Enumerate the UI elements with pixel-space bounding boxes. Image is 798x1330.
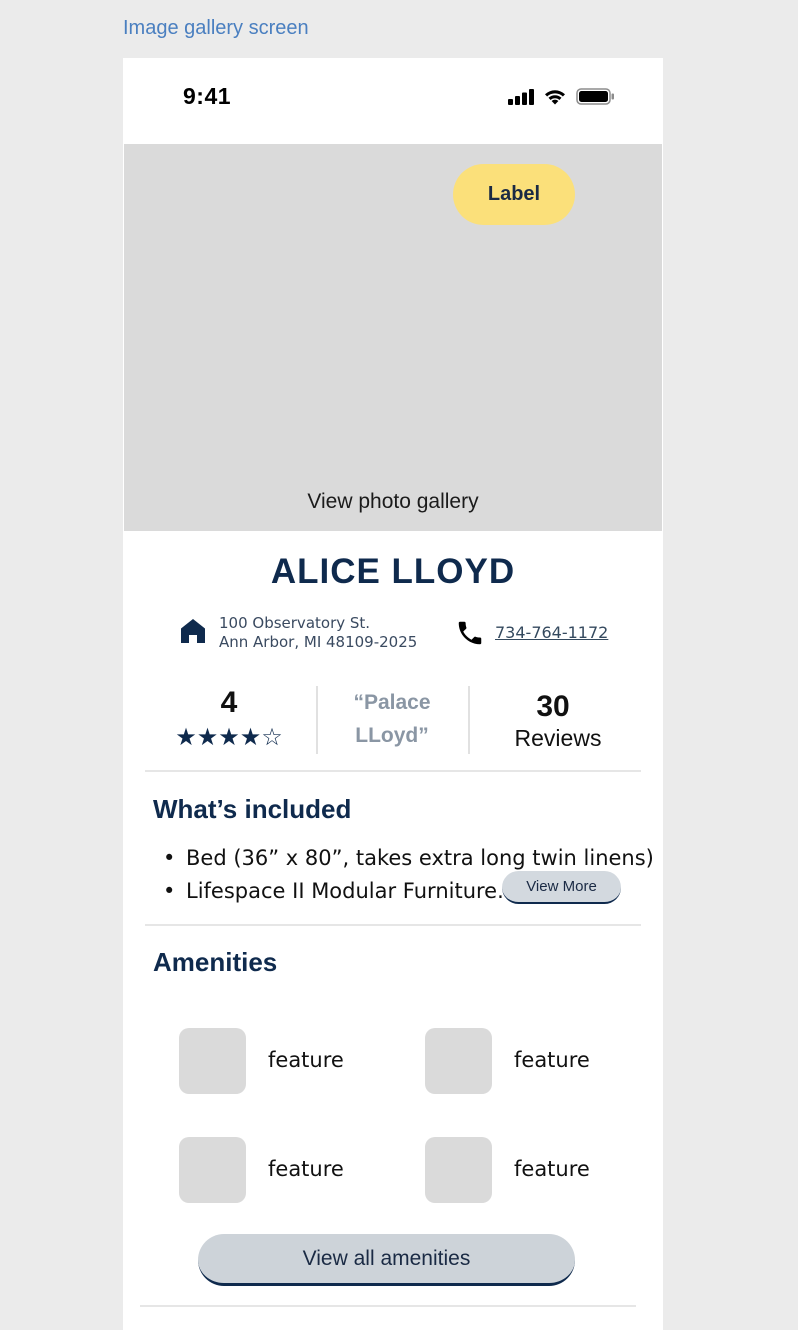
status-bar: 9:41 <box>123 58 663 144</box>
section-divider <box>145 924 641 926</box>
view-all-amenities-button[interactable]: View all amenities <box>198 1234 575 1286</box>
amenity-placeholder-icon <box>179 1028 246 1094</box>
wifi-icon <box>545 90 565 105</box>
rating-stat: 4 ★★★★☆ <box>145 686 313 754</box>
battery-icon <box>576 88 614 105</box>
stats-row: 4 ★★★★☆ “Palace LLoyd” 30 Reviews <box>145 686 641 754</box>
reviews-stat[interactable]: 30 Reviews <box>475 690 641 752</box>
photo-gallery-hero[interactable]: Label View photo gallery <box>124 144 662 531</box>
whats-included-title: What’s included <box>153 794 352 824</box>
reviews-label: Reviews <box>514 725 602 751</box>
amenity-item: feature <box>425 1137 625 1203</box>
star-rating-icon: ★★★★☆ <box>175 723 283 751</box>
reviews-count: 30 <box>536 690 570 723</box>
address-line-1: 100 Observatory St. <box>219 614 371 632</box>
amenity-item: feature <box>425 1028 625 1094</box>
section-divider <box>140 1305 636 1307</box>
amenity-placeholder-icon <box>179 1137 246 1203</box>
amenity-label: feature <box>268 1157 344 1181</box>
amenity-label: feature <box>268 1048 344 1072</box>
view-more-button[interactable]: View More <box>502 871 621 904</box>
amenity-label: feature <box>514 1157 590 1181</box>
status-time: 9:41 <box>183 83 232 109</box>
amenity-placeholder-icon <box>425 1137 492 1203</box>
address-line-2: Ann Arbor, MI 48109-2025 <box>219 633 418 651</box>
address-block: 100 Observatory St. Ann Arbor, MI 48109-… <box>180 614 440 654</box>
amenity-item: feature <box>179 1028 379 1094</box>
phone-number[interactable]: 734-764-1172 <box>495 623 608 642</box>
rating-value: 4 <box>220 686 238 719</box>
stats-divider <box>316 686 318 754</box>
phone-screen: 9:41 Label View photo gallery ALICE LLOY… <box>123 58 663 1330</box>
amenity-item: feature <box>179 1137 379 1203</box>
phone-link[interactable]: 734-764-1172 <box>455 618 635 648</box>
phone-icon <box>458 621 482 645</box>
amenity-label: feature <box>514 1048 590 1072</box>
view-photo-gallery-link[interactable]: View photo gallery <box>124 490 662 514</box>
house-icon <box>181 619 205 643</box>
residence-name: ALICE LLOYD <box>270 552 516 591</box>
frame-title: Image gallery screen <box>123 17 309 39</box>
amenities-title: Amenities <box>153 947 278 977</box>
nickname-line-1: “Palace <box>353 691 431 714</box>
nickname-stat: “Palace LLoyd” <box>321 686 463 752</box>
label-badge[interactable]: Label <box>453 164 575 225</box>
amenity-placeholder-icon <box>425 1028 492 1094</box>
section-divider <box>145 770 641 772</box>
nickname-line-2: LLoyd” <box>355 724 429 747</box>
cellular-signal-icon <box>508 89 534 105</box>
